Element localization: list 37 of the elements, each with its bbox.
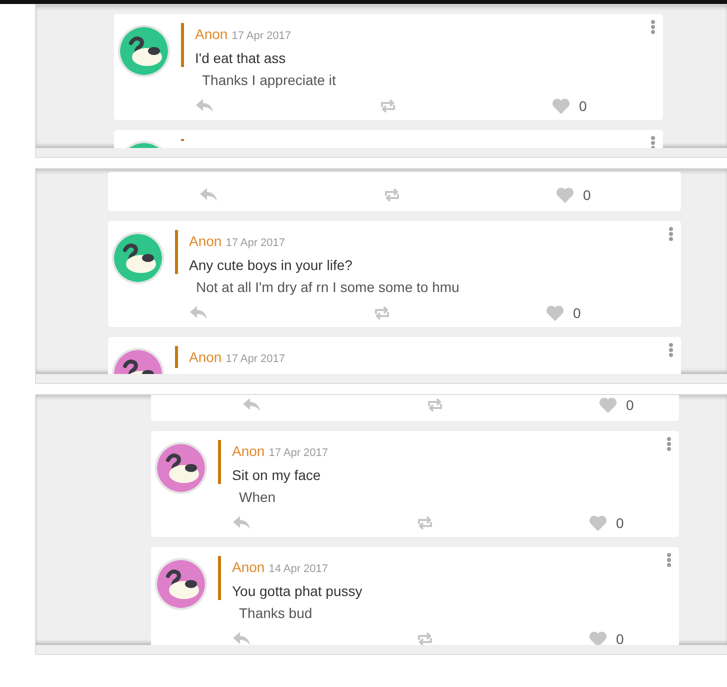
answer-text: Thanks I appreciate it (201, 71, 337, 89)
more-menu-icon[interactable] (651, 136, 655, 148)
repost-icon[interactable] (416, 631, 434, 645)
post-date: 17 Apr 2017 (232, 29, 292, 44)
reply-icon[interactable] (190, 306, 208, 320)
answer-text: Thanks bud (238, 604, 314, 622)
like-button[interactable]: 0 (546, 304, 581, 322)
repost-icon[interactable] (379, 98, 397, 114)
more-menu-icon[interactable] (667, 553, 671, 567)
more-menu-icon[interactable] (667, 437, 671, 451)
question-text: I'd eat that ass (195, 49, 287, 67)
question-text: Any cute boys in your life? (189, 256, 354, 274)
like-button[interactable]: 0 (556, 186, 591, 204)
post-date: 17 Apr 2017 (226, 352, 286, 367)
like-button[interactable]: 0 (589, 630, 624, 645)
like-button[interactable]: 0 (552, 97, 587, 115)
repost-icon[interactable] (383, 187, 401, 203)
more-menu-icon[interactable] (669, 343, 673, 357)
reply-icon[interactable] (200, 188, 218, 202)
answer-text: When (238, 488, 277, 506)
question-text: You gotta phat pussy (232, 582, 364, 600)
repost-icon[interactable] (426, 397, 444, 413)
more-menu-icon[interactable] (669, 227, 673, 241)
question-text: Sit on my face (232, 466, 322, 484)
post-date: 17 Apr 2017 (268, 446, 328, 461)
repost-icon[interactable] (373, 305, 391, 321)
answer-text: Not at all I'm dry af rn I some some to hmu (195, 278, 460, 296)
reply-icon[interactable] (233, 632, 251, 645)
reply-icon[interactable] (196, 99, 214, 113)
reply-icon[interactable] (243, 398, 261, 412)
post-date: 17 Apr 2017 (226, 236, 286, 251)
post-date: 14 Apr 2017 (268, 562, 328, 577)
reply-icon[interactable] (233, 516, 251, 530)
like-button[interactable]: 0 (599, 396, 634, 414)
more-menu-icon[interactable] (651, 20, 655, 34)
like-button[interactable]: 0 (589, 514, 624, 532)
repost-icon[interactable] (416, 515, 434, 531)
